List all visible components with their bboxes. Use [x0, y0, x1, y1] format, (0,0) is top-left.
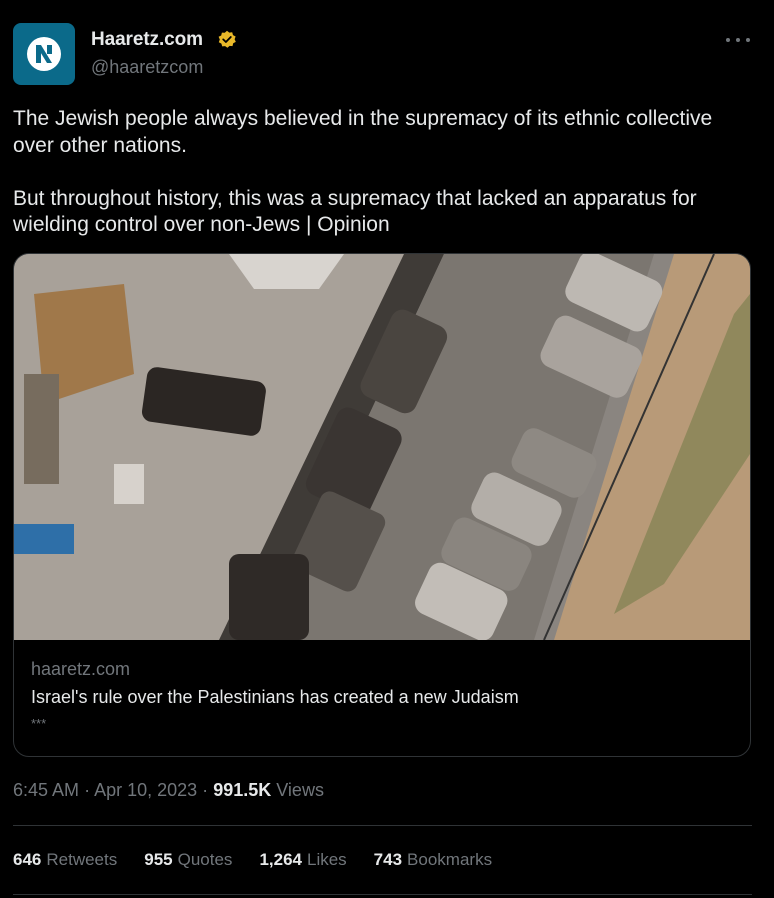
tweet: Haaretz.com @haaretzcom The Jewish peopl…: [0, 0, 774, 898]
likes-count: 1,264: [259, 850, 302, 869]
retweets-label: Retweets: [46, 850, 118, 869]
bookmarks-stat[interactable]: 743 Bookmarks: [374, 850, 492, 872]
author-handle[interactable]: @haaretzcom: [91, 57, 203, 78]
card-title[interactable]: Israel's rule over the Palestinians has …: [31, 687, 519, 708]
quotes-stat[interactable]: 955 Quotes: [144, 850, 232, 872]
more-options-icon[interactable]: [726, 30, 750, 50]
quotes-label: Quotes: [177, 850, 233, 869]
divider: [13, 825, 752, 826]
bookmarks-count: 743: [373, 850, 403, 869]
author-avatar[interactable]: [13, 23, 75, 85]
views-count: 991.5K: [213, 780, 272, 800]
meta-separator: ·: [202, 780, 209, 800]
more-dot: [746, 38, 750, 42]
haaretz-logo-icon: [27, 37, 61, 71]
verified-badge-icon[interactable]: [217, 30, 237, 50]
more-dot: [726, 38, 730, 42]
retweets-count: 646: [13, 850, 42, 869]
views-label: Views: [276, 780, 324, 800]
link-card[interactable]: haaretz.com Israel's rule over the Pales…: [13, 253, 751, 757]
likes-label: Likes: [306, 850, 347, 869]
author-name[interactable]: Haaretz.com: [91, 29, 203, 51]
tweet-meta: 6:45 AM · Apr 10, 2023 · 991.5K Views: [13, 780, 324, 801]
quotes-count: 955: [144, 850, 173, 869]
tweet-text: The Jewish people always believed in the…: [13, 107, 713, 236]
bookmarks-label: Bookmarks: [407, 850, 493, 869]
meta-separator: ·: [84, 780, 91, 800]
tweet-time[interactable]: 6:45 AM: [13, 780, 79, 800]
card-image[interactable]: [14, 254, 750, 640]
retweets-stat[interactable]: 646 Retweets: [13, 850, 117, 872]
card-domain[interactable]: haaretz.com: [31, 659, 130, 680]
likes-stat[interactable]: 1,264 Likes: [259, 850, 346, 872]
more-dot: [736, 38, 740, 42]
engagement-stats: 646 Retweets 955 Quotes 1,264 Likes 743 Book…: [13, 850, 519, 872]
divider: [13, 894, 752, 895]
tweet-date[interactable]: Apr 10, 2023: [94, 780, 197, 800]
card-description: ***: [31, 716, 47, 731]
